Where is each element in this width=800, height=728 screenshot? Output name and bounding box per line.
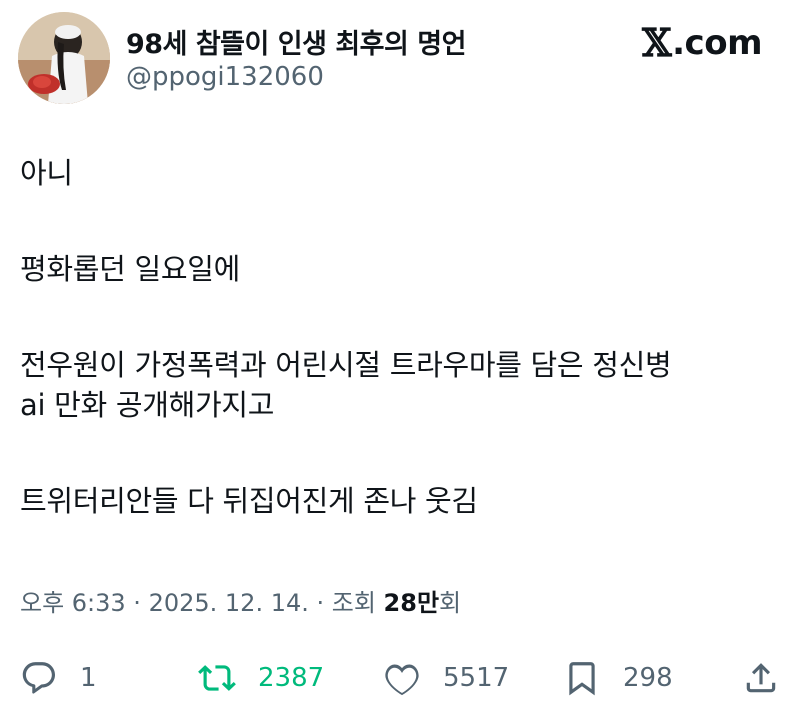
bookmark-icon (569, 662, 595, 696)
tweet-line: 평화롭던 일요일에 (20, 252, 240, 286)
author-name[interactable]: 98세 참뜰이 인생 최후의 명언 (126, 22, 466, 61)
tweet-line: 아니 (20, 156, 73, 190)
tweet-line: ai 만화 공개해가지고 (20, 388, 275, 422)
brand-logo: 𝕏 .com (642, 20, 762, 65)
bookmark-count: 298 (623, 663, 673, 693)
avatar[interactable] (18, 12, 110, 104)
author-handle[interactable]: @ppogi132060 (126, 62, 324, 92)
tweet-line: 전우원이 가정폭력과 어린시절 트라우마를 담은 정신병 (20, 348, 672, 382)
bookmark-button[interactable]: 298 (563, 652, 673, 704)
tweet-line: 트위터리안들 다 뒤집어진게 존나 웃김 (20, 484, 478, 518)
share-icon (746, 663, 776, 693)
action-bar: 1 2387 5517 298 (0, 652, 800, 704)
tweet-header: 98세 참뜰이 인생 최후의 명언 @ppogi132060 𝕏 .com (0, 0, 800, 120)
retweet-count: 2387 (258, 663, 325, 693)
view-count: 28만 (383, 589, 440, 617)
view-suffix: 회 (439, 589, 462, 617)
timestamp[interactable]: 오후 6:33 · 2025. 12. 14. · 조회 (20, 589, 384, 617)
tweet-text: 아니 평화롭던 일요일에 전우원이 가정폭력과 어린시절 트라우마를 담은 정신… (20, 153, 780, 521)
retweet-icon (198, 665, 236, 691)
tweet-meta: 오후 6:33 · 2025. 12. 14. · 조회 28만회 (20, 583, 461, 618)
retweet-button[interactable]: 2387 (198, 652, 324, 704)
brand-label: .com (672, 22, 762, 63)
heart-icon (385, 664, 419, 696)
avatar-image (18, 12, 110, 104)
reply-icon (22, 662, 56, 694)
share-button[interactable] (742, 652, 780, 704)
reply-count: 1 (80, 663, 97, 693)
like-count: 5517 (443, 663, 510, 693)
reply-button[interactable]: 1 (20, 652, 97, 704)
x-logo-icon: 𝕏 (642, 20, 672, 65)
like-button[interactable]: 5517 (383, 652, 509, 704)
